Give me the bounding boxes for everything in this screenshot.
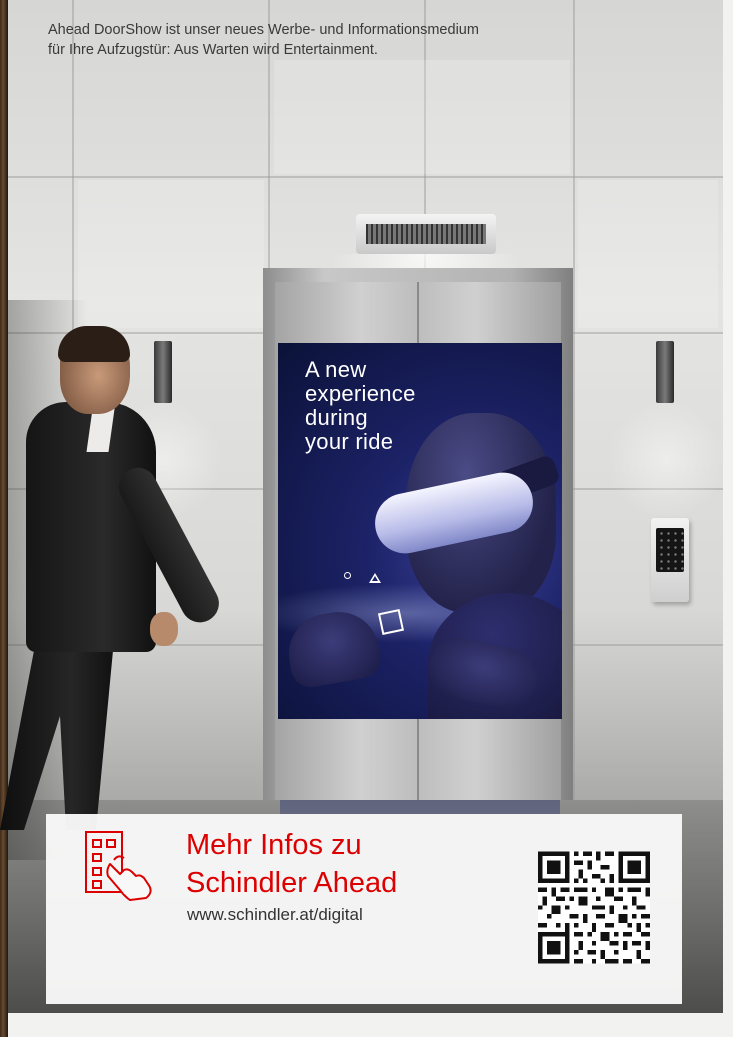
poster-headline-line: A new [305, 357, 367, 382]
page-margin-bottom [8, 1013, 723, 1037]
intro-line: Ahead DoorShow ist unser neues Werbe- un… [48, 22, 479, 38]
door-poster: A new experience during your ride [278, 343, 562, 719]
intro-line: für Ihre Aufzugstür: Aus Warten wird Ent… [48, 42, 378, 58]
square-icon [377, 608, 405, 636]
info-title-line: Mehr Infos zu [186, 829, 362, 861]
man-hair [58, 326, 130, 362]
info-title: Mehr Infos zu Schindler Ahead [186, 826, 516, 902]
triangle-icon [369, 573, 381, 583]
light-grill [366, 224, 486, 244]
call-panel-keypad [656, 528, 684, 572]
circle-icon [344, 572, 351, 579]
wall-tile-highlight [578, 180, 718, 328]
wall-tile-seam [573, 0, 575, 800]
wall-sconce-right [656, 341, 674, 403]
sconce-glow [606, 400, 726, 520]
wall-sconce-left [154, 341, 172, 403]
brochure-page: A new experience during your ride Ahead … [0, 0, 733, 1037]
info-title-line: Schindler Ahead [186, 867, 398, 899]
page-fold-edge [0, 0, 8, 1037]
poster-headline-line: experience [305, 381, 416, 406]
qr-code-icon[interactable] [538, 851, 650, 964]
poster-headline-line: during [305, 405, 368, 430]
poster-headline: A new experience during your ride [305, 358, 455, 454]
wall-tile-seam [8, 176, 723, 178]
info-url-link[interactable]: www.schindler.at/digital [187, 904, 363, 926]
man-hand [150, 612, 178, 646]
intro-text: Ahead DoorShow ist unser neues Werbe- un… [48, 20, 608, 60]
building-touch-icon [85, 831, 152, 901]
wall-tile-highlight [78, 180, 264, 328]
wall-tile-highlight [274, 60, 570, 174]
poster-headline-line: your ride [305, 429, 394, 454]
